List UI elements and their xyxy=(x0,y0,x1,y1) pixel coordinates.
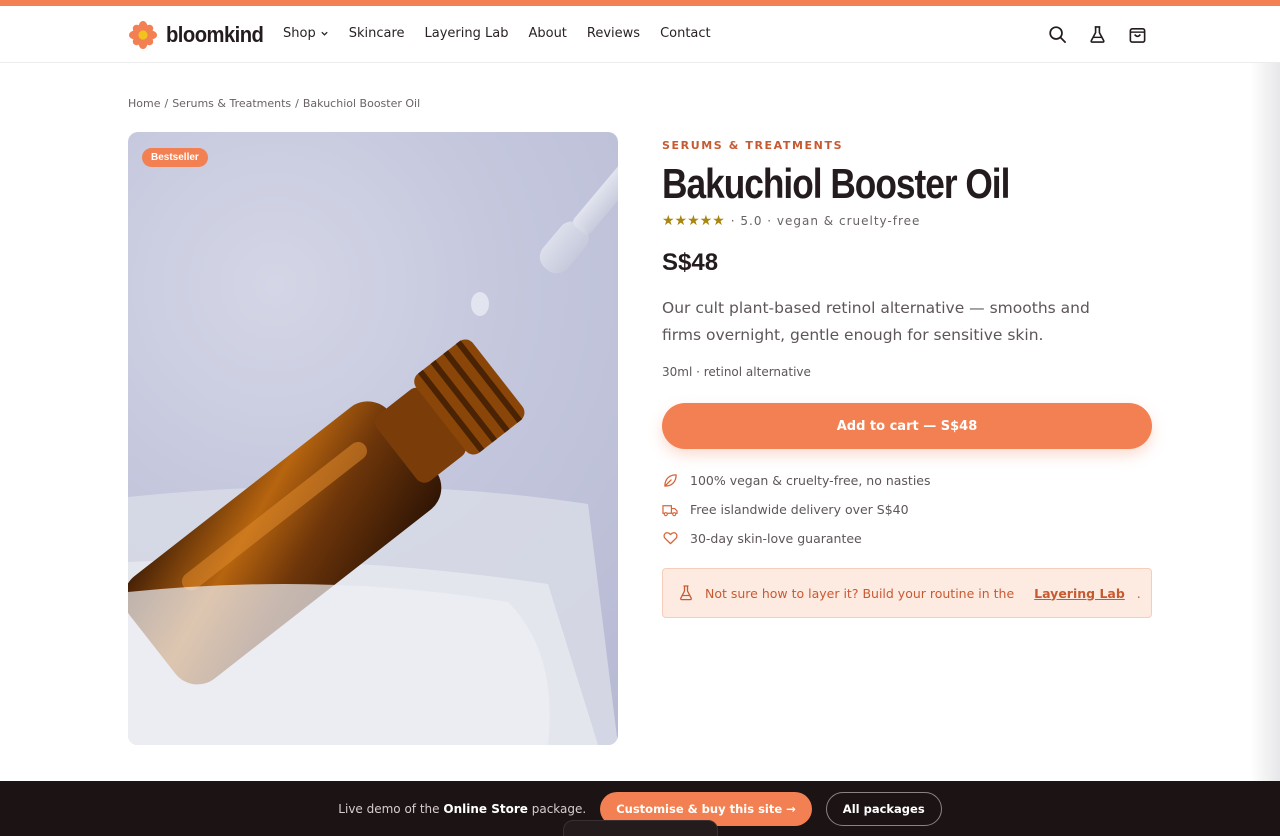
perk-vegan: 100% vegan & cruelty-free, no nasties xyxy=(662,472,931,488)
breadcrumb-home[interactable]: Home xyxy=(128,97,160,110)
product-title: Bakuchiol Booster Oil xyxy=(662,160,1010,207)
floating-toolbar-tab[interactable] xyxy=(563,820,718,836)
product-image: Bestseller xyxy=(128,132,618,745)
main-nav: Shop Skincare Layering Lab About Reviews… xyxy=(283,26,711,41)
product-meta: 30ml · retinol alternative xyxy=(662,365,811,379)
truck-icon xyxy=(662,501,678,517)
nav-layering-lab[interactable]: Layering Lab xyxy=(425,26,509,41)
nav-skincare[interactable]: Skincare xyxy=(349,26,405,41)
star-rating: ★★★★★ xyxy=(662,213,725,229)
breadcrumb: Home / Serums & Treatments / Bakuchiol B… xyxy=(128,97,420,110)
search-button[interactable] xyxy=(1046,23,1068,45)
brand-logo[interactable]: bloomkind xyxy=(128,20,272,50)
heart-icon xyxy=(662,530,678,546)
breadcrumb-separator: / xyxy=(295,97,299,110)
breadcrumb-separator: / xyxy=(164,97,169,110)
perk-text: 100% vegan & cruelty-free, no nasties xyxy=(690,472,931,488)
nav-contact[interactable]: Contact xyxy=(660,26,711,41)
perk-text: Free islandwide delivery over S$40 xyxy=(690,501,909,517)
rating-row: ★★★★★ · 5.0 · vegan & cruelty-free xyxy=(662,213,920,229)
perk-delivery: Free islandwide delivery over S$40 xyxy=(662,501,909,517)
nav-about[interactable]: About xyxy=(528,26,566,41)
add-to-cart-button[interactable]: Add to cart — S$48 xyxy=(662,403,1152,449)
cart-icon xyxy=(1129,27,1145,43)
breadcrumb-current: Bakuchiol Booster Oil xyxy=(302,97,421,110)
right-edge-shadow xyxy=(1250,63,1280,781)
search-icon xyxy=(1048,25,1066,43)
cart-button[interactable] xyxy=(1126,23,1148,45)
demo-text: Live demo of the Online Store package. xyxy=(338,802,586,816)
layering-lab-callout: Not sure how to layer it? Build your rou… xyxy=(662,568,1152,618)
nav-reviews[interactable]: Reviews xyxy=(587,26,640,41)
layering-prompt-text: Not sure how to layer it? Build your rou… xyxy=(705,585,1015,601)
bestseller-badge: Bestseller xyxy=(142,148,208,167)
layering-prompt-suffix: . xyxy=(1136,585,1141,601)
demo-prefix: Live demo of the xyxy=(338,801,440,816)
perk-text: 30-day skin-love guarantee xyxy=(690,530,862,546)
layering-lab-button[interactable] xyxy=(1086,23,1108,45)
all-packages-button[interactable]: All packages xyxy=(825,791,942,826)
demo-suffix: package. xyxy=(531,801,587,816)
flask-icon xyxy=(680,585,692,601)
flower-logo-icon xyxy=(129,21,157,49)
demo-package-name: Online Store xyxy=(443,801,528,816)
serum-bottle-photo xyxy=(128,132,618,745)
rating-text: · 5.0 · vegan & cruelty-free xyxy=(730,214,921,228)
perk-guarantee: 30-day skin-love guarantee xyxy=(662,530,862,546)
brand-name: bloomkind xyxy=(166,22,264,47)
chevron-down-icon xyxy=(321,31,328,36)
leaf-icon xyxy=(662,472,678,488)
site-header: bloomkind Shop Skincare Layering Lab Abo… xyxy=(0,6,1280,63)
product-price: S$48 xyxy=(662,249,719,276)
product-description: Our cult plant-based retinol alternative… xyxy=(662,299,1090,344)
nav-shop-label: Shop xyxy=(283,26,316,41)
nav-shop[interactable]: Shop xyxy=(283,26,329,41)
breadcrumb-category[interactable]: Serums & Treatments xyxy=(172,97,291,110)
flask-icon xyxy=(1089,25,1105,43)
product-category: SERUMS & TREATMENTS xyxy=(662,139,844,152)
layering-lab-link[interactable]: Layering Lab xyxy=(1034,586,1125,601)
header-actions xyxy=(1046,23,1148,45)
